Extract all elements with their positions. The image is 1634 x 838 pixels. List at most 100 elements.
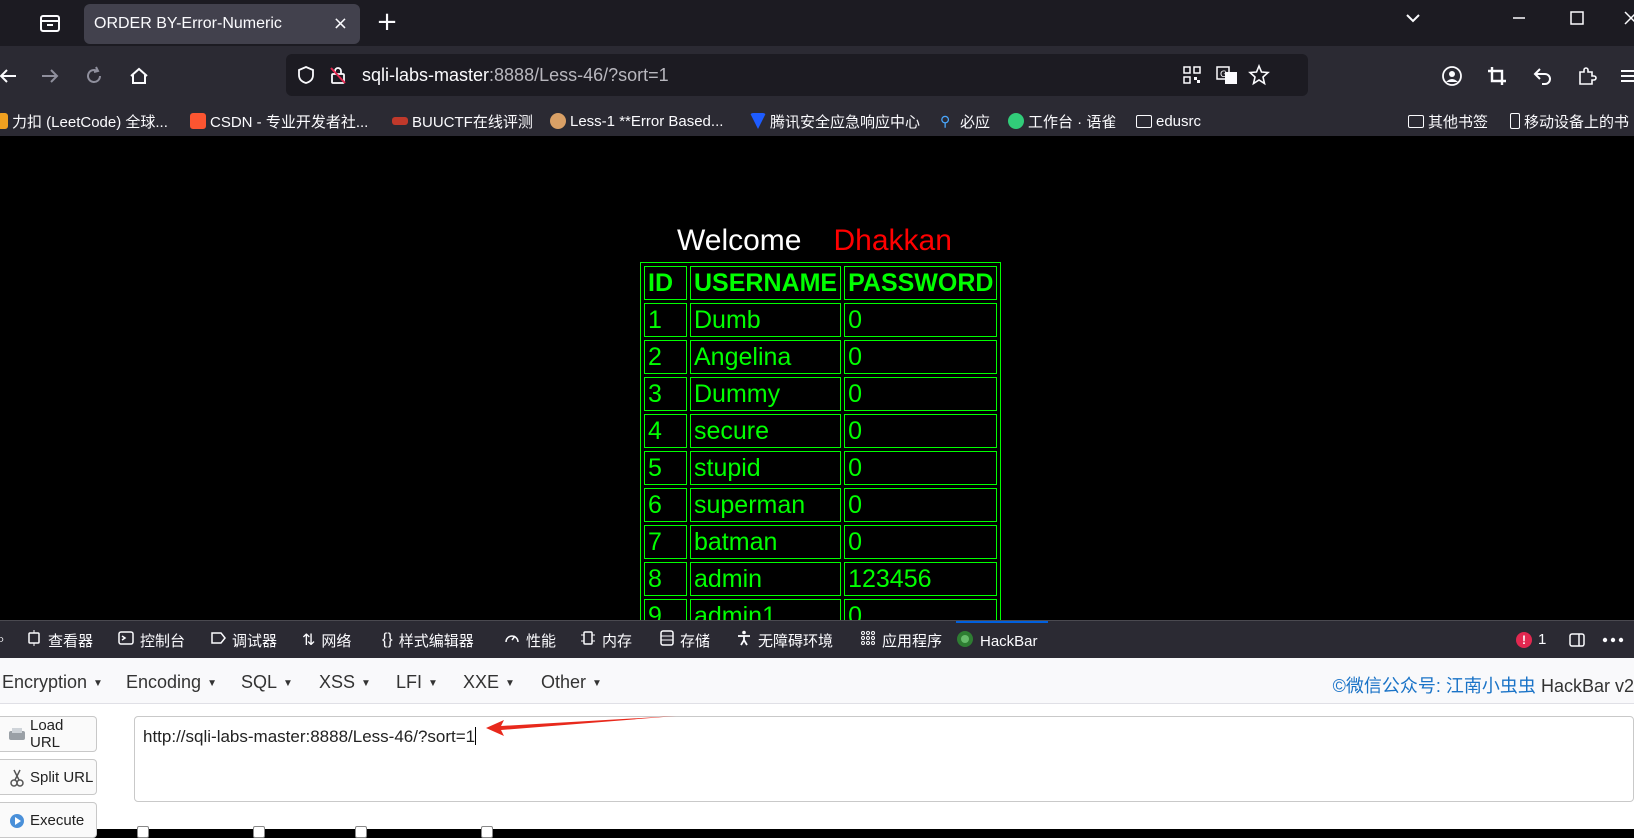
devtools-picker-icon[interactable]: ⌕: [0, 621, 11, 659]
menu-lfi[interactable]: LFI ▼: [396, 672, 438, 693]
bookmark-buuctf[interactable]: BUUCTF在线评测: [392, 110, 533, 132]
tab-memory[interactable]: 内存: [580, 621, 632, 659]
welcome-text: Welcome: [677, 224, 802, 257]
bookmark-csdn[interactable]: CSDN - 专业开发者社...: [190, 110, 368, 132]
back-icon[interactable]: [0, 62, 22, 90]
bookmarks-bar: 力扣 (LeetCode) 全球... CSDN - 专业开发者社... BUU…: [0, 106, 1634, 136]
bookmark-label: 移动设备上的书: [1524, 113, 1630, 131]
tab-performance[interactable]: 性能: [504, 621, 556, 659]
home-icon[interactable]: [125, 62, 153, 90]
translate-icon[interactable]: G: [1216, 65, 1238, 89]
hackbar-menu: Encryption ▼ Encoding ▼ SQL ▼ XSS ▼ LFI ▼ XXE…: [0, 658, 1634, 704]
cell-id: 7: [644, 525, 687, 559]
split-url-button[interactable]: Split URL: [0, 759, 97, 795]
avatar-icon: [550, 113, 566, 129]
leetcode-icon: [0, 113, 8, 129]
more-options-icon[interactable]: [1602, 621, 1624, 659]
new-tab-button[interactable]: +: [372, 8, 402, 38]
tab-label: 内存: [602, 632, 633, 650]
tab-inspector[interactable]: 查看器: [26, 621, 93, 659]
svg-text:G: G: [1220, 70, 1227, 80]
maximize-icon[interactable]: [1562, 10, 1592, 36]
tab-network[interactable]: ⇅ 网络: [302, 621, 351, 659]
tab-label: 查看器: [48, 632, 94, 650]
crop-icon[interactable]: [1483, 62, 1511, 90]
page-content: Welcome Dhakkan ID USERNAME PASSWORD 1 Dum…: [0, 136, 1634, 620]
bookmark-other[interactable]: 其他书签: [1408, 110, 1488, 132]
table-body: 1 Dumb 0 2 Angelina 0 3 Dummy 0 4 secure 0 5 stupid 0 6…: [644, 303, 998, 620]
results-table: ID USERNAME PASSWORD 1 Dumb 0 2 Angelina 0 3 Du…: [640, 262, 1002, 620]
close-tab-icon[interactable]: ×: [333, 13, 348, 34]
bookmark-bing[interactable]: ⚲ 必应: [940, 110, 990, 132]
checkbox[interactable]: [253, 826, 265, 838]
tab-list-icon[interactable]: [30, 8, 70, 38]
cell-password: 0: [844, 303, 998, 337]
undo-icon[interactable]: [1528, 62, 1556, 90]
cell-id: 4: [644, 414, 687, 448]
close-window-icon[interactable]: [1616, 10, 1634, 36]
checkbox[interactable]: [137, 826, 149, 838]
bookmark-edusrc[interactable]: edusrc: [1136, 110, 1201, 132]
menu-xxe[interactable]: XXE ▼: [463, 672, 515, 693]
bookmark-mobile[interactable]: 移动设备上的书: [1510, 110, 1629, 132]
cell-id: 3: [644, 377, 687, 411]
tab-application[interactable]: 应用程序: [860, 621, 942, 659]
bookmark-leetcode[interactable]: 力扣 (LeetCode) 全球...: [0, 110, 168, 132]
cell-password: 0: [844, 451, 998, 485]
bookmark-tencent[interactable]: 腾讯安全应急响应中心: [750, 110, 920, 132]
tab-hackbar[interactable]: HackBar: [956, 621, 1048, 659]
reload-icon[interactable]: [80, 62, 108, 90]
text-cursor: [475, 727, 477, 745]
execute-button[interactable]: Execute: [0, 802, 97, 838]
extensions-icon[interactable]: [1573, 62, 1601, 90]
load-url-button[interactable]: Load URL: [0, 716, 97, 752]
error-count-badge[interactable]: ! 1: [1516, 631, 1546, 648]
table-row: 8 admin 123456: [644, 562, 998, 596]
shield-icon[interactable]: [296, 65, 316, 89]
account-icon[interactable]: [1438, 62, 1466, 90]
tab-label: 性能: [526, 632, 557, 650]
checkbox[interactable]: [481, 826, 493, 838]
scissors-icon: [8, 769, 26, 787]
bookmark-label: edusrc: [1156, 112, 1202, 130]
column-header-username: USERNAME: [690, 266, 842, 300]
menu-xss[interactable]: XSS ▼: [319, 672, 371, 693]
url-bar[interactable]: sqli-labs-master:8888/Less-46/?sort=1 G: [286, 54, 1308, 96]
bookmark-star-icon[interactable]: [1248, 63, 1270, 90]
qr-code-icon[interactable]: [1182, 65, 1202, 89]
url-textarea[interactable]: http://sqli-labs-master:8888/Less-46/?so…: [134, 716, 1634, 802]
devtools-toolbar: ⌕ 查看器 控制台 调试器 ⇅ 网络 {} 样式编辑器 性能 内存 存储 无障碍…: [0, 620, 1634, 658]
caret-down-icon: ▼: [93, 677, 103, 689]
folder-icon: [1408, 114, 1424, 128]
caret-down-icon: ▼: [592, 677, 602, 689]
insecure-lock-icon[interactable]: [328, 65, 348, 89]
tab-overflow-icon[interactable]: [1398, 10, 1428, 36]
menu-sql[interactable]: SQL ▼: [241, 672, 293, 693]
forward-icon[interactable]: [36, 62, 64, 90]
hackbar-icon: [956, 630, 974, 653]
button-label: Split URL: [30, 768, 94, 786]
tab-style-editor[interactable]: {} 样式编辑器: [382, 621, 474, 659]
tab-console[interactable]: 控制台: [118, 621, 185, 659]
tab-debugger[interactable]: 调试器: [210, 621, 277, 659]
column-header-id: ID: [644, 266, 687, 300]
bookmark-label: 工作台 · 语雀: [1028, 113, 1117, 131]
tab-accessibility[interactable]: 无障碍环境: [736, 621, 833, 659]
bookmark-less1[interactable]: Less-1 **Error Based...: [550, 110, 723, 132]
browser-tab[interactable]: ORDER BY-Error-Numeric ×: [84, 4, 360, 44]
url-text[interactable]: sqli-labs-master:8888/Less-46/?sort=1: [362, 65, 669, 86]
menu-icon[interactable]: [1614, 62, 1634, 90]
caret-down-icon: ▼: [361, 677, 371, 689]
dock-options-icon[interactable]: [1568, 621, 1586, 659]
menu-encoding[interactable]: Encoding ▼: [126, 672, 217, 693]
checkbox[interactable]: [355, 826, 367, 838]
cell-password: 0: [844, 340, 998, 374]
tab-storage[interactable]: 存储: [660, 621, 710, 659]
braces-icon: {}: [382, 631, 393, 648]
debugger-icon: [210, 630, 226, 651]
minimize-icon[interactable]: [1504, 10, 1534, 36]
menu-other[interactable]: Other ▼: [541, 672, 602, 693]
grid-icon: [860, 630, 876, 651]
bookmark-yuque[interactable]: 工作台 · 语雀: [1008, 110, 1116, 132]
menu-encryption[interactable]: Encryption ▼: [2, 672, 103, 693]
